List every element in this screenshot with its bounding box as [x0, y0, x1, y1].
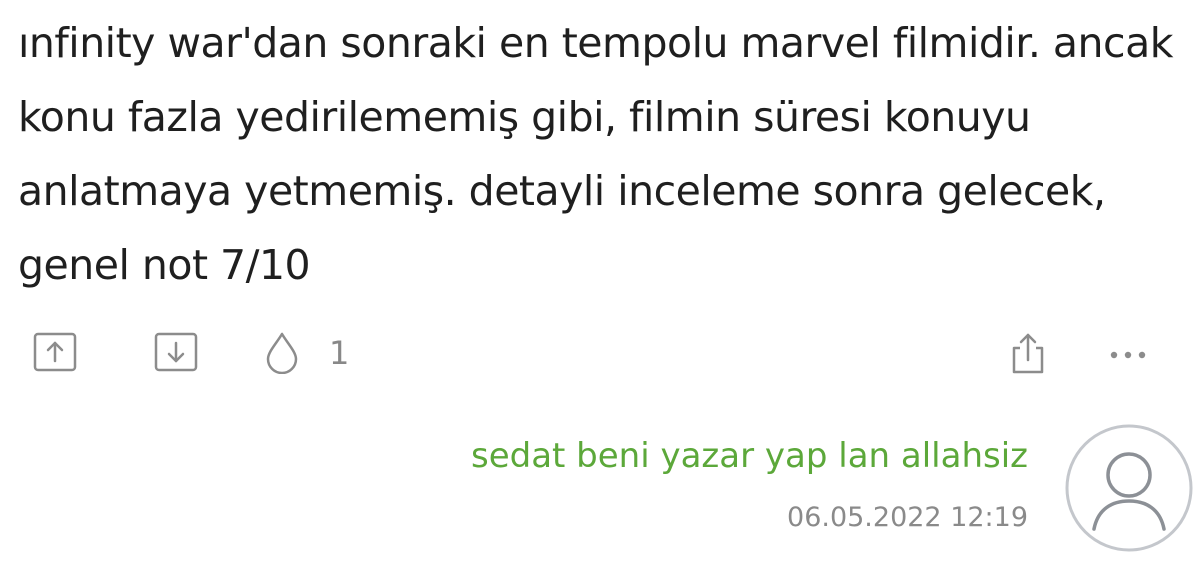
- share-button[interactable]: [1006, 330, 1050, 376]
- entry-content: ınfinity war'dan sonraki en tempolu marv…: [18, 6, 1188, 302]
- entry-line: konu fazla yedirilememiş gibi, filmin sü…: [18, 93, 1031, 141]
- favorite-count: 1: [329, 334, 350, 372]
- favorite-button[interactable]: [262, 330, 302, 374]
- drop-icon: [266, 332, 298, 374]
- arrow-up-box-icon: [33, 332, 77, 372]
- user-icon: [1065, 424, 1193, 552]
- entry-line: ınfinity war'dan sonraki en tempolu marv…: [18, 19, 1173, 67]
- upvote-button[interactable]: [33, 332, 77, 372]
- more-options-button[interactable]: [1106, 340, 1150, 370]
- arrow-down-box-icon: [154, 332, 198, 372]
- downvote-button[interactable]: [154, 332, 198, 372]
- entry-line: anlatmaya yetmemiş. detayli inceleme son…: [18, 167, 1106, 215]
- share-icon: [1012, 333, 1044, 374]
- author-link[interactable]: sedat beni yazar yap lan allahsiz: [471, 434, 1028, 478]
- entry-line: genel not 7/10: [18, 241, 311, 289]
- ellipsis-icon: [1110, 351, 1146, 359]
- avatar[interactable]: [1064, 423, 1194, 553]
- entry-timestamp[interactable]: 06.05.2022 12:19: [787, 500, 1028, 536]
